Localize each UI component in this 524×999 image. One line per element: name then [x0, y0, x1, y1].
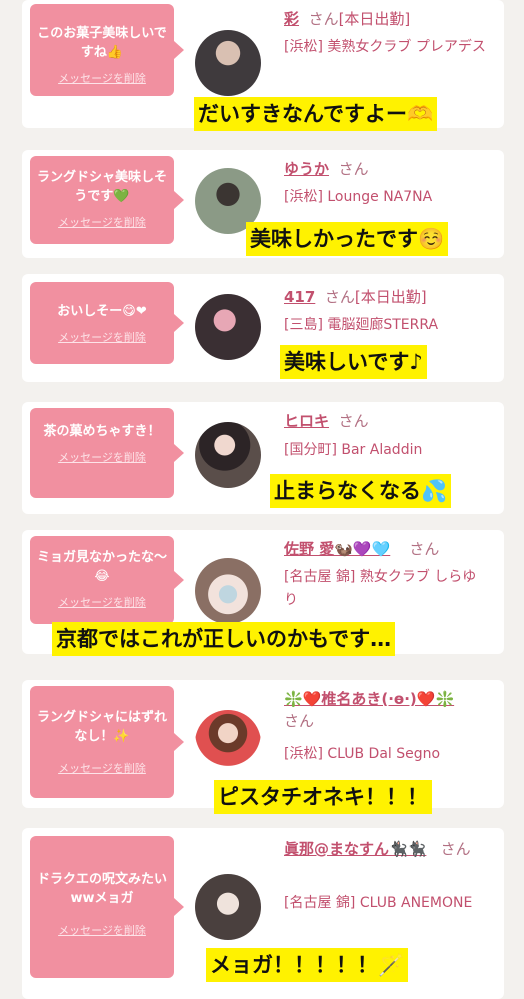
message-text: おいしそー😋❤	[57, 304, 147, 319]
sender-name-line: ヒロキ さん	[284, 410, 490, 432]
caption-overlay: 美味しいです♪	[280, 345, 427, 379]
san-label: さん	[338, 160, 369, 178]
sender-name-line: 眞那@まなすん🐈‍⬛🐈‍⬛ さん	[284, 838, 490, 860]
san-label: さん	[284, 712, 315, 730]
sender-name-link[interactable]: ヒロキ	[284, 412, 329, 430]
caption-overlay: 止まらなくなる💦	[270, 474, 452, 508]
caption-overlay: 京都ではこれが正しいのかもです…	[52, 622, 396, 656]
caption-overlay: だいすきなんですよー🫶	[194, 97, 438, 131]
message-text: ミョガ見なかったな～😂	[36, 550, 167, 584]
avatar[interactable]	[195, 710, 261, 776]
sender-name-link[interactable]: ゆうか	[284, 160, 329, 178]
shop-name: [浜松] 美熟女クラブ プレアデス	[284, 39, 486, 55]
message-bubble: このお菓子美味しいですね👍 メッセージを削除	[30, 4, 184, 96]
message-text: このお菓子美味しいですね👍	[37, 26, 167, 60]
delete-message-link[interactable]: メッセージを削除	[30, 922, 174, 938]
message-bubble: 茶の菓めちゃすき！ メッセージを削除	[30, 408, 184, 498]
shop-name: [名古屋 錦] CLUB ANEMONE	[284, 895, 473, 911]
shop-name: [浜松] CLUB Dal Segno	[284, 746, 441, 762]
san-label: さん	[409, 540, 440, 558]
shop-name: [三島] 電脳廻廊STERRA	[284, 317, 439, 333]
shop-name: [名古屋 錦] 熟女クラブ しらゆり	[284, 569, 477, 608]
message-card: おいしそー😋❤ メッセージを削除 417 さん[本日出勤] [三島] 電脳廻廊S…	[22, 274, 504, 382]
message-text: ドラクエの呪文みたいwwメョガ	[36, 872, 167, 906]
delete-message-link[interactable]: メッセージを削除	[30, 760, 174, 776]
message-bubble: おいしそー😋❤ メッセージを削除	[30, 282, 184, 364]
avatar[interactable]	[195, 874, 261, 940]
san-label: さん	[338, 412, 369, 430]
status-badge: [本日出勤]	[354, 288, 427, 306]
shop-name: [国分町] Bar Aladdin	[284, 442, 423, 458]
sender-name-line: 佐野 愛🦦💜🩵 さん	[284, 538, 490, 560]
avatar[interactable]	[195, 30, 261, 96]
message-text: ラングドシャ美味しそうです💚	[36, 170, 167, 204]
delete-message-link[interactable]: メッセージを削除	[30, 329, 174, 345]
message-bubble: ラングドシャにはずれなし！✨ メッセージを削除	[30, 686, 184, 798]
avatar[interactable]	[195, 422, 261, 488]
sender-name-link[interactable]: ❇️❤️椎名あき(·ө·)❤️❇️	[284, 690, 454, 708]
sender-name-link[interactable]: 眞那@まなすん🐈‍⬛🐈‍⬛	[284, 840, 426, 858]
caption-overlay: メョガ！！！！！🪄	[206, 948, 409, 982]
sender-name-line: 417 さん[本日出勤]	[284, 286, 490, 308]
message-bubble: ドラクエの呪文みたいwwメョガ メッセージを削除	[30, 836, 184, 978]
san-label: さん	[440, 840, 471, 858]
delete-message-link[interactable]: メッセージを削除	[30, 449, 174, 465]
sender-name-line: ゆうか さん	[284, 158, 490, 180]
avatar[interactable]	[195, 294, 261, 360]
sender-name-line: ❇️❤️椎名あき(·ө·)❤️❇️ さん	[284, 688, 490, 732]
message-text: ラングドシャにはずれなし！✨	[36, 710, 167, 744]
message-bubble: ラングドシャ美味しそうです💚 メッセージを削除	[30, 156, 184, 244]
sender-name-link[interactable]: 417	[284, 288, 315, 306]
message-bubble: ミョガ見なかったな～😂 メッセージを削除	[30, 536, 184, 624]
sender-name-line: 彩 さん[本日出勤]	[284, 8, 490, 30]
san-label: さん	[308, 10, 339, 28]
shop-name: [浜松] Lounge NA7NA	[284, 189, 433, 205]
message-text: 茶の菓めちゃすき！	[43, 424, 161, 439]
sender-name-link[interactable]: 佐野 愛🦦💜🩵	[284, 540, 390, 558]
delete-message-link[interactable]: メッセージを削除	[30, 70, 174, 86]
delete-message-link[interactable]: メッセージを削除	[30, 594, 174, 610]
caption-overlay: 美味しかったです☺️	[246, 222, 449, 256]
san-label: さん	[324, 288, 355, 306]
avatar[interactable]	[195, 558, 261, 624]
sender-name-link[interactable]: 彩	[284, 10, 299, 28]
caption-overlay: ピスタチオネキ！！！	[214, 780, 432, 814]
status-badge: [本日出勤]	[338, 10, 411, 28]
delete-message-link[interactable]: メッセージを削除	[30, 214, 174, 230]
